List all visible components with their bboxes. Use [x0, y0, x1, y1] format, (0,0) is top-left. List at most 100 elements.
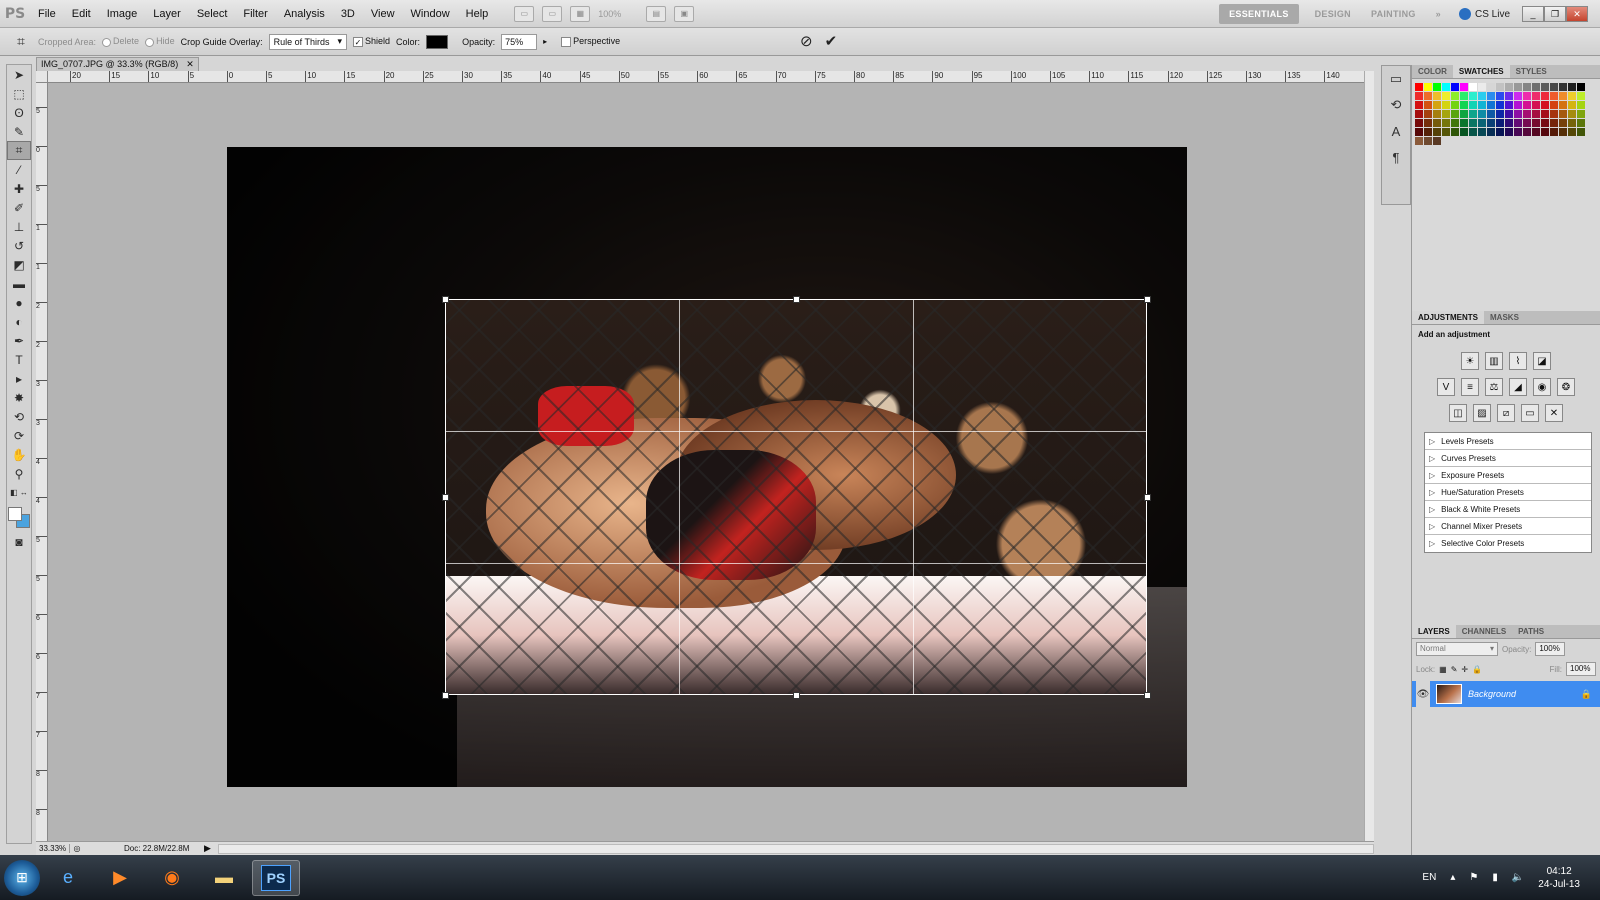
color-swatch[interactable] — [1514, 128, 1522, 136]
preset-item[interactable]: ▷ Selective Color Presets — [1425, 535, 1591, 552]
color-swatch[interactable] — [1451, 119, 1459, 127]
file-explorer-icon[interactable]: ▬ — [200, 860, 248, 896]
close-button[interactable]: ✕ — [1566, 6, 1588, 22]
volume-icon[interactable]: 🔈 — [1512, 872, 1524, 883]
crop-guide-overlay-select[interactable]: Rule of Thirds ▾ — [268, 33, 348, 50]
shield-checkbox[interactable]: ✓ Shield — [353, 36, 390, 47]
cs-live-menu[interactable]: CS Live — [1458, 8, 1510, 20]
color-swatch[interactable] — [1514, 83, 1522, 91]
color-swatch[interactable] — [1523, 101, 1531, 109]
quick-selection-tool-icon[interactable]: ✎ — [7, 122, 31, 141]
zoom-field[interactable]: 33.33% — [36, 844, 70, 853]
crop-handle-top-left[interactable] — [442, 296, 449, 303]
vertical-ruler[interactable]: 5 0 5 1 1 2 2 3 3 4 4 5 5 6 6 7 7 8 8 — [36, 83, 48, 841]
workspace-essentials[interactable]: ESSENTIALS — [1219, 4, 1299, 24]
black-white-icon[interactable]: ◢ — [1509, 378, 1527, 396]
color-swatch[interactable] — [1478, 128, 1486, 136]
pen-tool-icon[interactable]: ✒ — [7, 331, 31, 350]
color-swatch[interactable] — [1541, 92, 1549, 100]
show-hidden-icons-icon[interactable]: ▴ — [1450, 872, 1455, 883]
color-swatch[interactable] — [1523, 92, 1531, 100]
color-swatch[interactable] — [1424, 137, 1432, 145]
minimize-button[interactable]: _ — [1522, 6, 1544, 22]
blend-mode-select[interactable]: Normal ▾ — [1416, 642, 1498, 656]
color-swatch[interactable] — [1496, 128, 1504, 136]
color-swatch[interactable] — [1568, 101, 1576, 109]
color-swatch[interactable] — [1541, 83, 1549, 91]
color-swatch[interactable] — [1532, 92, 1540, 100]
color-swatch[interactable] — [1487, 128, 1495, 136]
color-swatch[interactable] — [1532, 83, 1540, 91]
color-swatch[interactable] — [1469, 119, 1477, 127]
ruler-origin[interactable] — [36, 71, 48, 83]
quick-mask-icon[interactable]: ◙ — [7, 532, 31, 551]
color-swatch[interactable] — [1451, 101, 1459, 109]
color-swatch[interactable] — [1505, 128, 1513, 136]
type-tool-icon[interactable]: T — [7, 350, 31, 369]
color-swatch[interactable] — [1415, 92, 1423, 100]
perspective-checkbox[interactable]: Perspective — [561, 36, 620, 47]
color-swatch[interactable] — [1442, 83, 1450, 91]
color-swatch[interactable] — [1559, 92, 1567, 100]
color-swatch[interactable] — [1550, 83, 1558, 91]
color-swatch[interactable] — [1415, 83, 1423, 91]
delete-radio[interactable]: Delete — [102, 36, 139, 47]
color-balance-icon[interactable]: ⚖ — [1485, 378, 1503, 396]
start-button[interactable]: ⊞ — [4, 859, 40, 896]
color-swatch[interactable] — [1505, 110, 1513, 118]
color-swatch[interactable] — [1424, 110, 1432, 118]
eraser-tool-icon[interactable]: ◩ — [7, 255, 31, 274]
color-swatch[interactable] — [1559, 119, 1567, 127]
color-swatch[interactable] — [1496, 92, 1504, 100]
preset-item[interactable]: ▷ Channel Mixer Presets — [1425, 518, 1591, 535]
tab-channels[interactable]: CHANNELS — [1456, 625, 1512, 638]
color-swatch[interactable] — [1460, 128, 1468, 136]
crop-handle-bottom[interactable] — [793, 692, 800, 699]
crop-handle-left[interactable] — [442, 494, 449, 501]
launch-bridge-button[interactable]: ▭ — [514, 5, 535, 22]
color-swatch[interactable] — [1496, 83, 1504, 91]
vertical-scrollbar[interactable] — [1364, 71, 1374, 841]
color-swatch[interactable] — [1433, 101, 1441, 109]
tab-styles[interactable]: STYLES — [1510, 65, 1553, 78]
clock[interactable]: 04:12 24-Jul-13 — [1538, 865, 1580, 891]
color-swatch[interactable] — [1568, 110, 1576, 118]
restore-button[interactable]: ❐ — [1544, 6, 1566, 22]
default-colors-icon[interactable]: ◧ ↔ — [7, 483, 31, 502]
lock-all-icon[interactable]: 🔒 — [1472, 665, 1482, 674]
color-swatch[interactable] — [1415, 128, 1423, 136]
color-swatch[interactable] — [1460, 101, 1468, 109]
color-swatch[interactable] — [1523, 110, 1531, 118]
color-swatch[interactable] — [1424, 128, 1432, 136]
color-swatch[interactable] — [1460, 92, 1468, 100]
color-swatch[interactable] — [1433, 110, 1441, 118]
horizontal-ruler[interactable]: 20 15 10 5 0 5 10 15 20 25 30 35 40 45 50 55 60 65 70 75 80 8… — [48, 71, 1364, 83]
mini-bridge-icon[interactable]: ▭ — [1382, 66, 1410, 92]
channel-mixer-icon[interactable]: ❂ — [1557, 378, 1575, 396]
color-swatch[interactable] — [1469, 101, 1477, 109]
crop-handle-bottom-left[interactable] — [442, 692, 449, 699]
color-swatch[interactable] — [1442, 119, 1450, 127]
color-swatch[interactable] — [1550, 92, 1558, 100]
color-swatch[interactable] — [1424, 101, 1432, 109]
color-swatch[interactable] — [1541, 128, 1549, 136]
menu-help[interactable]: Help — [458, 0, 497, 28]
color-swatch[interactable] — [1415, 137, 1423, 145]
crop-handle-bottom-right[interactable] — [1144, 692, 1151, 699]
internet-explorer-icon[interactable]: e — [44, 860, 92, 896]
crop-handle-top[interactable] — [793, 296, 800, 303]
dodge-tool-icon[interactable]: ◐ — [7, 312, 31, 331]
color-swatch[interactable] — [1532, 128, 1540, 136]
workspace-painting[interactable]: PAINTING — [1361, 4, 1426, 24]
color-swatch[interactable] — [1451, 83, 1459, 91]
tab-color[interactable]: COLOR — [1412, 65, 1453, 78]
paragraph-icon[interactable]: ¶ — [1382, 144, 1410, 170]
menu-3d[interactable]: 3D — [333, 0, 363, 28]
color-swatch[interactable] — [1550, 119, 1558, 127]
language-indicator[interactable]: EN — [1422, 872, 1436, 883]
firefox-icon[interactable]: ◉ — [148, 860, 196, 896]
color-swatch[interactable] — [1487, 101, 1495, 109]
color-swatch[interactable] — [1541, 110, 1549, 118]
color-swatch[interactable] — [1541, 101, 1549, 109]
tab-masks[interactable]: MASKS — [1484, 311, 1525, 324]
